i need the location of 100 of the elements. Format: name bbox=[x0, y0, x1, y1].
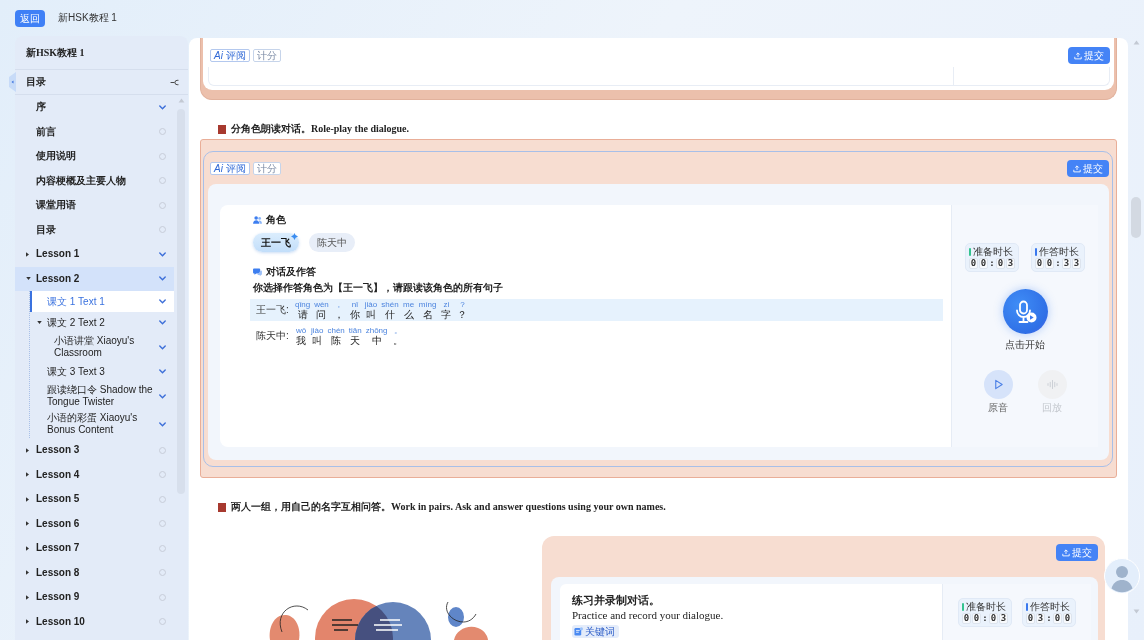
timer-separator: : bbox=[989, 258, 995, 269]
caret-icon[interactable] bbox=[26, 570, 29, 576]
tree-item[interactable]: 小语的彩蛋 Xiaoyu's Bonus Content bbox=[30, 410, 174, 438]
record-button[interactable] bbox=[1002, 289, 1048, 334]
section-label: 角色 bbox=[266, 213, 286, 227]
pinyin-text: , bbox=[337, 299, 340, 309]
timer-digit: 3 bbox=[1036, 613, 1045, 624]
timer-digit: 0 bbox=[1053, 613, 1062, 624]
tree-item[interactable]: 前言 bbox=[15, 119, 174, 144]
timer-separator: : bbox=[1046, 613, 1052, 624]
hanzi-text: 请 bbox=[297, 308, 308, 321]
submit-button[interactable]: 提交 bbox=[1068, 47, 1110, 64]
square-bullet-icon bbox=[218, 502, 226, 512]
pinyin-text: zhōng bbox=[365, 325, 388, 335]
submit-button[interactable]: 提交 bbox=[1067, 160, 1109, 177]
pinyin-text: shén bbox=[381, 299, 399, 309]
caret-icon[interactable] bbox=[26, 472, 29, 478]
hanzi-text: 名 bbox=[422, 308, 433, 321]
play-button[interactable] bbox=[983, 370, 1013, 399]
caret-icon[interactable] bbox=[26, 619, 29, 625]
caret-icon[interactable] bbox=[26, 594, 29, 600]
tree-item[interactable]: 课堂用语 bbox=[15, 193, 174, 218]
tree-item[interactable]: 使用说明 bbox=[15, 144, 174, 169]
submit-button[interactable]: 提交 bbox=[1056, 544, 1098, 561]
tree-item[interactable]: Lesson 6 bbox=[15, 511, 174, 536]
square-bullet-icon bbox=[218, 124, 226, 134]
label-tag: Ai 评阅 bbox=[210, 49, 250, 62]
section-heading: 两人一组，用自己的名字互相问答。Work in pairs. Ask and answer questions using your own names. bbox=[231, 500, 666, 514]
caret-icon[interactable] bbox=[26, 521, 29, 527]
chat-bubble-icon bbox=[253, 268, 262, 276]
back-button[interactable]: 返回 bbox=[15, 10, 45, 27]
caret-icon[interactable] bbox=[26, 277, 31, 281]
caret-icon[interactable] bbox=[26, 496, 29, 502]
people-icon bbox=[253, 216, 262, 224]
role-chip[interactable]: 陈天中 bbox=[309, 233, 355, 252]
waveform-icon bbox=[1046, 380, 1058, 389]
record-label: 点击开始 bbox=[1005, 339, 1045, 351]
timer-separator: : bbox=[1055, 258, 1061, 269]
timer-digit: 0 bbox=[969, 258, 978, 269]
timer-label: 准备时长 bbox=[973, 246, 1013, 257]
tree-item[interactable]: Lesson 3 bbox=[15, 438, 174, 463]
caret-icon[interactable] bbox=[26, 251, 29, 257]
section-label: 对话及作答 bbox=[266, 265, 316, 279]
timer-digit: 3 bbox=[1072, 258, 1081, 269]
speaker-label: 陈天中: bbox=[256, 330, 290, 342]
keyword-tag[interactable]: 关键词 bbox=[572, 625, 619, 638]
upload-icon bbox=[1073, 164, 1081, 173]
pinyin-text: ? bbox=[460, 299, 465, 309]
tree-item[interactable]: 课文 3 Text 3 bbox=[30, 361, 174, 382]
timer-digit: 0 bbox=[962, 613, 971, 624]
label-tag: Ai 评阅 bbox=[210, 162, 250, 175]
scrollbar-thumb[interactable] bbox=[1131, 197, 1141, 238]
timer-label: 作答时长 bbox=[1030, 601, 1070, 612]
tree-icon[interactable] bbox=[170, 78, 179, 86]
tree-item[interactable]: Lesson 7 bbox=[15, 536, 174, 561]
hanzi-text: 陈 bbox=[331, 334, 342, 347]
tree-item[interactable]: Lesson 5 bbox=[15, 487, 174, 512]
hanzi-text: ， bbox=[333, 308, 344, 321]
caret-icon[interactable] bbox=[26, 447, 29, 453]
tree-item[interactable]: Lesson 8 bbox=[15, 560, 174, 585]
tree-item[interactable]: 课文 1 Text 1 bbox=[30, 291, 174, 312]
pinyin-text: wèn bbox=[314, 299, 329, 309]
hanzi-text: 。 bbox=[392, 334, 403, 347]
tree-item[interactable]: 课文 2 Text 2 bbox=[30, 312, 174, 333]
upload-icon bbox=[1074, 51, 1082, 60]
timer-digit: 3 bbox=[1062, 258, 1071, 269]
tree-item[interactable]: 序 bbox=[15, 95, 174, 120]
timer-digit: 0 bbox=[1045, 258, 1054, 269]
pinyin-text: míng bbox=[418, 299, 437, 309]
tree-item[interactable]: Lesson 1 bbox=[15, 242, 174, 267]
timer-label: 作答时长 bbox=[1039, 246, 1079, 257]
tree-item[interactable]: Lesson 10 bbox=[15, 609, 174, 634]
tree-item[interactable]: Lesson 9 bbox=[15, 585, 174, 610]
pinyin-text: zi bbox=[443, 299, 450, 309]
caret-icon[interactable] bbox=[37, 321, 42, 324]
sidebar-title: 新HSK教程 1 bbox=[26, 45, 85, 60]
label-tag: 计分 bbox=[252, 49, 281, 62]
role-chip[interactable]: 王一飞 bbox=[253, 233, 299, 252]
section-heading: 分角色朗读对话。Role-play the dialogue. bbox=[231, 122, 410, 136]
hanzi-text: 什 bbox=[384, 308, 395, 321]
tree-item[interactable]: Lesson 2 bbox=[15, 266, 174, 291]
tree-item[interactable]: Lesson 4 bbox=[15, 462, 174, 487]
timer-digit: 0 bbox=[1063, 613, 1072, 624]
pinyin-text: jiào bbox=[311, 325, 324, 335]
hanzi-text: 天 bbox=[350, 334, 361, 347]
timer-separator: : bbox=[982, 613, 988, 624]
tree-item[interactable]: 目录 bbox=[15, 217, 174, 242]
collapse-handle[interactable] bbox=[8, 72, 16, 92]
document-icon bbox=[574, 627, 583, 636]
tree-item[interactable]: 小语讲堂 Xiaoyu's Classroom bbox=[30, 333, 174, 361]
timer-digit: 0 bbox=[972, 613, 981, 624]
tree-item[interactable]: 内容梗概及主要人物 bbox=[15, 168, 174, 193]
timer-digit: 0 bbox=[989, 613, 998, 624]
caret-icon[interactable] bbox=[26, 545, 29, 551]
upload-icon bbox=[1062, 548, 1070, 557]
pinyin-text: 。 bbox=[393, 325, 402, 335]
hanzi-text: 我 bbox=[296, 334, 306, 347]
sparkle-icon bbox=[291, 233, 298, 240]
tree-item[interactable]: 跟读绕口令 Shadow the Tongue Twister bbox=[30, 382, 174, 410]
timer-label: 准备时长 bbox=[966, 601, 1006, 612]
